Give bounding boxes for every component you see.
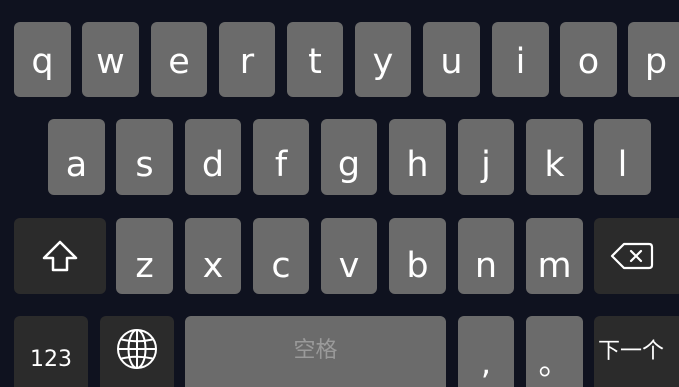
key-label: i (515, 42, 526, 82)
key-h[interactable]: h (389, 119, 446, 195)
key-r[interactable]: r (219, 22, 275, 97)
key-t[interactable]: t (287, 22, 343, 97)
key-v[interactable]: v (321, 218, 377, 294)
key-label: u (440, 42, 463, 82)
next-key[interactable]: 下一个 (594, 316, 679, 387)
next-key-label: 下一个 (598, 339, 665, 364)
key-k[interactable]: k (526, 119, 583, 195)
key-label: j (481, 144, 491, 185)
backspace-icon (610, 241, 668, 271)
key-label: s (135, 144, 154, 185)
space-key-label: 空格 (293, 338, 338, 363)
key-label: v (338, 245, 360, 286)
key-label: z (135, 245, 154, 286)
key-label: m (537, 245, 572, 286)
on-screen-keyboard: q w e r t y u i o p a s d f g h j k l z … (0, 0, 679, 387)
key-label: x (202, 245, 224, 286)
key-l[interactable]: l (594, 119, 651, 195)
key-label: n (474, 245, 498, 286)
key-g[interactable]: g (321, 119, 377, 195)
period-key-label: 。 (538, 344, 571, 382)
numbers-key-label: 123 (30, 347, 72, 372)
key-label: l (617, 144, 628, 185)
key-o[interactable]: o (560, 22, 617, 97)
key-a[interactable]: a (48, 119, 105, 195)
key-u[interactable]: u (423, 22, 480, 97)
key-p[interactable]: p (628, 22, 679, 97)
period-key[interactable]: 。 (526, 316, 583, 387)
key-label: d (201, 144, 225, 185)
key-f[interactable]: f (253, 119, 309, 195)
shift-key[interactable] (14, 218, 106, 294)
shift-arrow-icon (40, 238, 80, 274)
key-label: c (271, 245, 291, 286)
key-label: k (544, 144, 565, 185)
key-z[interactable]: z (116, 218, 173, 294)
key-label: o (577, 42, 600, 82)
key-m[interactable]: m (526, 218, 583, 294)
key-label: e (168, 42, 190, 82)
backspace-key[interactable] (594, 218, 679, 294)
key-e[interactable]: e (151, 22, 207, 97)
key-w[interactable]: w (82, 22, 139, 97)
key-d[interactable]: d (185, 119, 241, 195)
key-q[interactable]: q (14, 22, 71, 97)
globe-icon (115, 327, 159, 385)
key-y[interactable]: y (355, 22, 411, 97)
key-label: r (239, 42, 255, 82)
key-s[interactable]: s (116, 119, 173, 195)
key-label: f (274, 144, 288, 185)
key-b[interactable]: b (389, 218, 446, 294)
key-label: q (31, 42, 54, 82)
key-n[interactable]: n (458, 218, 514, 294)
key-label: y (372, 42, 394, 82)
comma-key-label: , (480, 344, 492, 382)
numbers-key[interactable]: 123 (14, 316, 88, 387)
key-label: a (65, 144, 88, 185)
key-label: b (406, 245, 429, 286)
key-label: h (406, 144, 429, 185)
key-label: w (96, 42, 125, 82)
key-j[interactable]: j (458, 119, 514, 195)
key-label: p (644, 42, 668, 82)
comma-key[interactable]: , (458, 316, 514, 387)
space-key[interactable]: 空格 (185, 316, 446, 387)
key-label: t (308, 42, 322, 82)
key-c[interactable]: c (253, 218, 309, 294)
language-key[interactable] (100, 316, 174, 387)
key-i[interactable]: i (492, 22, 549, 97)
key-label: g (337, 144, 361, 185)
key-x[interactable]: x (185, 218, 241, 294)
